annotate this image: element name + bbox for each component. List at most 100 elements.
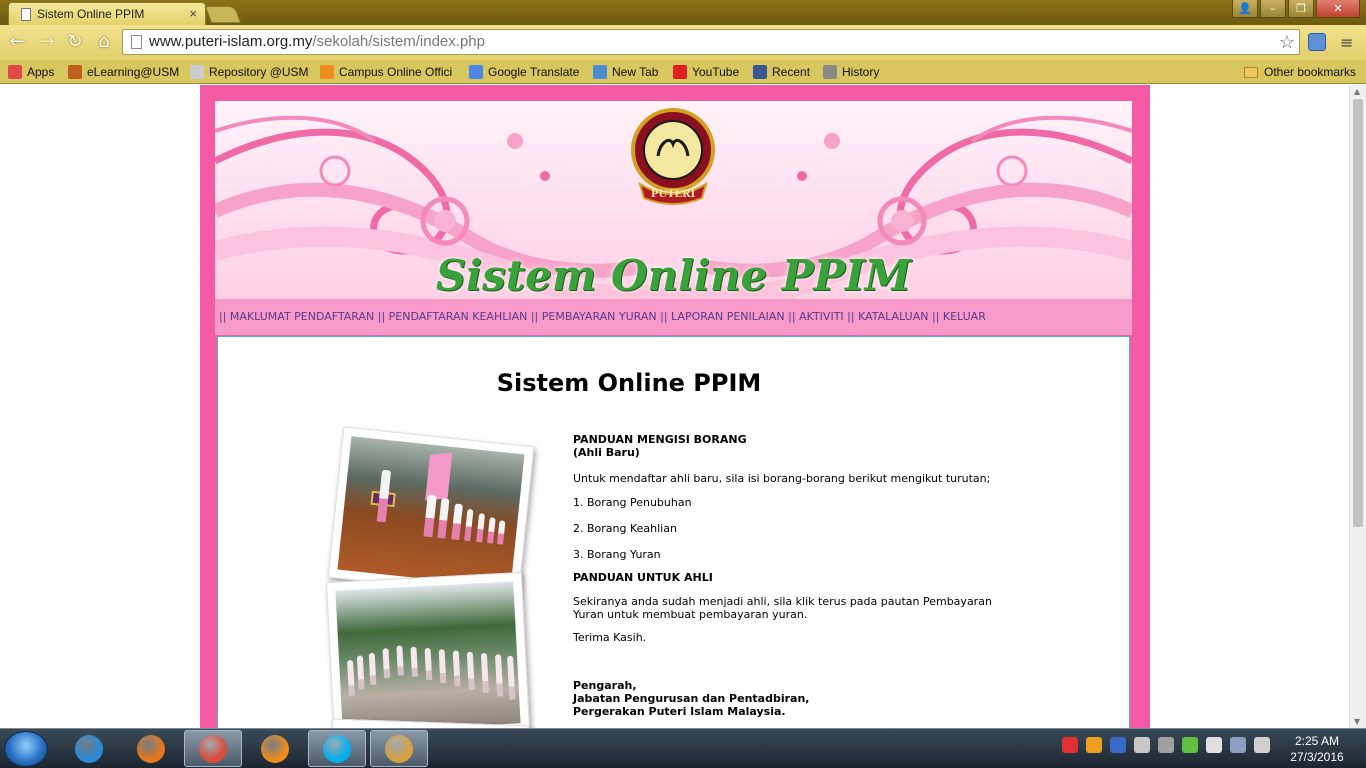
site-container: PUTERI Sistem Online PPIM || MAKLUMAT PE… — [200, 85, 1150, 728]
menu-laporan-penilaian[interactable]: LAPORAN PENILAIAN — [671, 310, 785, 323]
bookmark-elearning[interactable]: eLearning@USM — [68, 63, 179, 81]
member-guide-line-2: Yuran untuk membuat pembayaran yuran. — [573, 608, 808, 621]
url-host: www.puteri-islam.org.my — [149, 33, 313, 50]
tab-close-icon[interactable]: × — [189, 6, 197, 21]
youtube-icon — [673, 65, 687, 79]
facebook-icon — [753, 65, 767, 79]
scroll-thumb[interactable] — [1353, 99, 1363, 527]
browser-toolbar: ← → ↻ ⌂ www.puteri-islam.org.my/sekolah/… — [0, 25, 1366, 60]
page-scrollbar[interactable]: ▲ ▼ — [1349, 85, 1366, 728]
firefox-icon — [137, 734, 165, 763]
chrome-icon — [199, 734, 227, 763]
avast-icon — [261, 734, 289, 763]
display-icon[interactable] — [1230, 737, 1246, 753]
svg-text:PUTERI: PUTERI — [651, 189, 696, 200]
menu-pendaftaran-keahlian[interactable]: PENDAFTARAN KEAHLIAN — [389, 310, 528, 323]
windows-taskbar: 2:25 AM 27/3/2016 — [0, 728, 1366, 768]
user-icon[interactable]: 👤 — [1232, 0, 1258, 18]
ppim-logo: PUTERI — [631, 108, 715, 205]
member-guide-title: PANDUAN UNTUK AHLI — [573, 571, 713, 584]
main-content: Sistem Online PPIM PANDUAN MENGISI BORAN… — [217, 336, 1130, 728]
guide-item-2: 2. Borang Keahlian — [573, 522, 677, 535]
home-icon[interactable]: ⌂ — [93, 31, 115, 53]
scroll-down-icon[interactable]: ▼ — [1354, 717, 1360, 726]
bookmark-youtube[interactable]: YouTube — [673, 63, 739, 81]
bookmark-campus-online[interactable]: Campus Online Offici — [320, 63, 452, 81]
reload-icon[interactable]: ↻ — [64, 31, 86, 53]
clock-time: 2:25 AM — [1294, 734, 1340, 748]
elearning-icon — [68, 65, 82, 79]
apps-icon — [8, 65, 22, 79]
folder-icon — [1244, 66, 1258, 78]
guide-item-1: 1. Borang Penubuhan — [573, 496, 692, 509]
window-controls: 👤 – ❐ ✕ — [1232, 0, 1360, 19]
guide-item-3: 3. Borang Yuran — [573, 548, 661, 561]
internet-explorer-icon — [75, 734, 103, 763]
restore-button[interactable]: ❐ — [1288, 0, 1314, 18]
menu-aktiviti[interactable]: AKTIVITI — [799, 310, 844, 323]
taskbar-avast[interactable] — [246, 730, 304, 767]
tab-title: Sistem Online PPIM — [37, 7, 145, 21]
scroll-up-icon[interactable]: ▲ — [1354, 87, 1360, 96]
bookmark-repository[interactable]: Repository @USM — [190, 63, 309, 81]
site-menu: || MAKLUMAT PENDAFTARAN || PENDAFTARAN K… — [219, 310, 986, 323]
minimize-button[interactable]: – — [1260, 0, 1286, 18]
menu-maklumat-pendaftaran[interactable]: MAKLUMAT PENDAFTARAN — [230, 310, 374, 323]
system-clock[interactable]: 2:25 AM 27/3/2016 — [1282, 733, 1352, 765]
bookmark-recent[interactable]: Recent — [753, 63, 810, 81]
start-button[interactable] — [4, 731, 48, 767]
page-icon — [21, 8, 31, 21]
bookmark-history[interactable]: History — [823, 63, 879, 81]
google-translate-icon — [469, 65, 483, 79]
taskbar-chrome[interactable] — [184, 730, 242, 767]
thanks-text: Terima Kasih. — [573, 631, 647, 644]
signature-line-2: Jabatan Pengurusan dan Pentadbiran, — [573, 692, 810, 705]
address-bar[interactable]: www.puteri-islam.org.my/sekolah/sistem/i… — [122, 29, 1300, 55]
banner-title: Sistem Online PPIM — [435, 251, 912, 299]
signature-line-1: Pengarah, — [573, 679, 637, 692]
bookmark-star-icon[interactable]: ☆ — [1279, 30, 1295, 54]
menu-pembayaran-yuran[interactable]: PEMBAYARAN YURAN — [542, 310, 657, 323]
bluetooth-icon[interactable] — [1110, 737, 1126, 753]
volume-icon[interactable] — [1134, 737, 1150, 753]
page-title: Sistem Online PPIM — [496, 369, 762, 397]
browser-tab[interactable]: Sistem Online PPIM × — [8, 2, 206, 25]
taskbar-firefox[interactable] — [122, 730, 180, 767]
other-bookmarks[interactable]: Other bookmarks — [1244, 63, 1356, 81]
guide-subtitle: (Ahli Baru) — [573, 446, 640, 459]
acrobat-tray-icon[interactable] — [1062, 737, 1078, 753]
bookmark-apps[interactable]: Apps — [8, 63, 54, 81]
system-tray — [1062, 737, 1270, 753]
guide-title: PANDUAN MENGISI BORANG — [573, 433, 747, 446]
bookmark-new-tab[interactable]: New Tab — [593, 63, 658, 81]
close-button[interactable]: ✕ — [1316, 0, 1360, 18]
forward-icon[interactable]: → — [36, 31, 58, 53]
extension-icon[interactable] — [1308, 33, 1326, 51]
window-titlebar: Sistem Online PPIM × 👤 – ❐ ✕ — [0, 0, 1366, 25]
menu-katalaluan[interactable]: KATALALUAN — [858, 310, 928, 323]
chrome-menu-icon[interactable]: ≡ — [1340, 33, 1356, 52]
network-icon[interactable] — [1158, 737, 1174, 753]
new-tab-button[interactable] — [204, 6, 242, 23]
back-icon[interactable]: ← — [6, 31, 28, 53]
taskbar-paint[interactable] — [370, 730, 428, 767]
new-tab-icon — [593, 65, 607, 79]
taskbar-skype[interactable] — [308, 730, 366, 767]
bookmark-google-translate[interactable]: Google Translate — [469, 63, 579, 81]
app-tray-icon[interactable] — [1086, 737, 1102, 753]
member-guide-line-1: Sekiranya anda sudah menjadi ahli, sila … — [573, 595, 992, 608]
signature-line-3: Pergerakan Puteri Islam Malaysia. — [573, 705, 786, 718]
activity-photo-2 — [325, 571, 531, 728]
bookmarks-bar: Apps eLearning@USM Repository @USM Campu… — [0, 60, 1366, 84]
history-icon — [823, 65, 837, 79]
battery-icon[interactable] — [1254, 737, 1270, 753]
evernote-icon[interactable] — [1182, 737, 1198, 753]
repository-icon — [190, 65, 204, 79]
page-icon — [131, 35, 142, 49]
clock-date: 27/3/2016 — [1290, 750, 1344, 764]
action-center-icon[interactable] — [1206, 737, 1222, 753]
skype-icon — [323, 734, 351, 763]
menu-keluar[interactable]: KELUAR — [943, 310, 986, 323]
taskbar-internet-explorer[interactable] — [60, 730, 118, 767]
url-path: /sekolah/sistem/index.php — [312, 33, 485, 50]
